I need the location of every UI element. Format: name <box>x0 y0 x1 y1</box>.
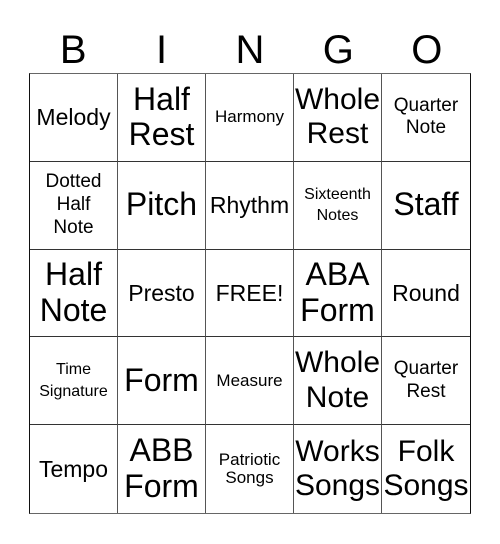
cell-label: Pitch <box>125 186 198 223</box>
bingo-cell[interactable]: Quarter Note <box>382 74 470 162</box>
cell-label: Folk Songs <box>383 434 469 503</box>
cell-label: Works Songs <box>294 434 381 503</box>
bingo-cell[interactable]: Sixteenth Notes <box>294 161 382 250</box>
bingo-cell[interactable]: Measure <box>206 337 294 426</box>
cell-label: Round <box>392 279 460 306</box>
free-space-cell[interactable]: FREE! <box>206 249 294 338</box>
bingo-cell[interactable]: Form <box>118 337 206 426</box>
bingo-cell[interactable]: Quarter Rest <box>382 337 470 426</box>
bingo-header: B I N G O <box>29 28 471 72</box>
header-letter-b: B <box>59 28 87 72</box>
cell-label: ABB Form <box>124 432 199 505</box>
cell-label: Half Note <box>39 256 108 328</box>
bingo-cell[interactable]: Round <box>382 250 470 338</box>
bingo-cell[interactable]: Staff <box>382 162 470 250</box>
bingo-cell[interactable]: Works Songs <box>294 425 382 513</box>
bingo-cell[interactable]: ABA Form <box>294 249 382 338</box>
bingo-cell[interactable]: Patriotic Songs <box>206 425 294 513</box>
bingo-cell[interactable]: Half Rest <box>118 74 206 162</box>
bingo-cell[interactable]: Presto <box>118 249 206 338</box>
cell-label: Whole Note <box>294 346 381 414</box>
bingo-cell[interactable]: Melody <box>30 74 118 162</box>
header-letter-i: I <box>156 28 168 72</box>
cell-label: Rhythm <box>209 191 290 218</box>
cell-label: Half Rest <box>128 80 195 153</box>
header-letter-g: G <box>322 28 354 72</box>
bingo-cell[interactable]: Dotted Half Note <box>30 161 118 250</box>
bingo-cell[interactable]: Time Signature <box>30 337 118 426</box>
bingo-cell[interactable]: ABB Form <box>118 425 206 513</box>
bingo-cell[interactable]: Half Note <box>30 249 118 338</box>
cell-label: Time Signature <box>39 361 108 400</box>
cell-label: Melody <box>36 103 111 130</box>
header-letter-o: O <box>411 28 443 72</box>
cell-label: Quarter Rest <box>393 357 459 402</box>
bingo-cell[interactable]: Harmony <box>206 74 294 162</box>
cell-label: FREE! <box>215 279 284 306</box>
cell-label: Measure <box>216 370 283 390</box>
cell-label: Presto <box>128 279 195 306</box>
bingo-cell[interactable]: Tempo <box>30 425 118 513</box>
cell-label: Whole Rest <box>294 82 381 151</box>
cell-label: Dotted Half Note <box>45 171 102 238</box>
bingo-cell[interactable]: Rhythm <box>206 161 294 250</box>
cell-label: Staff <box>393 186 459 223</box>
cell-label: Tempo <box>38 455 109 482</box>
bingo-cell[interactable]: Folk Songs <box>382 425 470 513</box>
bingo-grid: Melody Half Rest Harmony Whole Rest Quarter … <box>29 73 471 514</box>
bingo-cell[interactable]: Whole Note <box>294 337 382 426</box>
bingo-cell[interactable]: Whole Rest <box>294 74 382 162</box>
header-letter-n: N <box>235 28 265 72</box>
cell-label: Patriotic Songs <box>218 449 281 488</box>
cell-label: Quarter Note <box>393 94 459 139</box>
cell-label: Sixteenth Notes <box>304 185 371 225</box>
cell-label: Form <box>124 361 199 398</box>
cell-label: Harmony <box>215 107 284 127</box>
bingo-cell[interactable]: Pitch <box>118 161 206 250</box>
cell-label: ABA Form <box>300 256 375 328</box>
